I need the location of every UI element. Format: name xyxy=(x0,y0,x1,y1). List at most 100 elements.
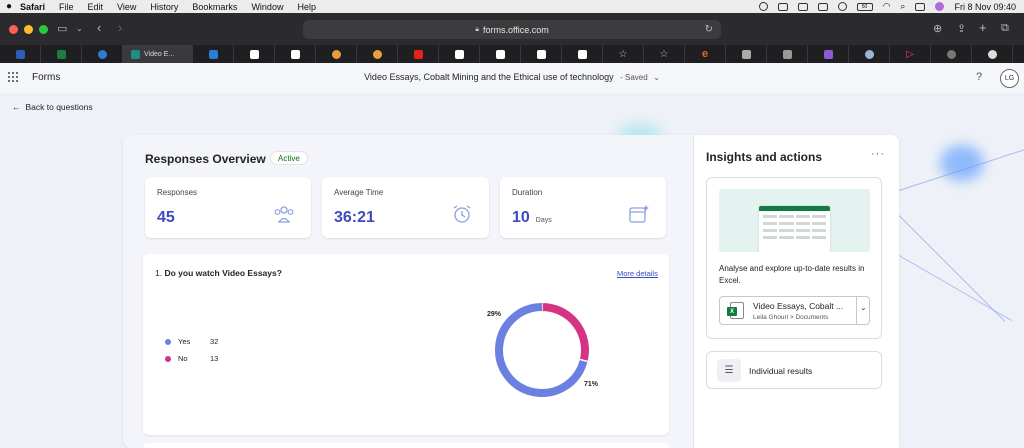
tab-site-3[interactable] xyxy=(439,45,480,63)
menu-safari[interactable]: Safari xyxy=(20,2,45,12)
tab-perplexity-2[interactable] xyxy=(357,45,398,63)
tab-bulb[interactable] xyxy=(849,45,890,63)
play-icon[interactable] xyxy=(837,2,847,11)
monitor-icon[interactable] xyxy=(797,2,808,11)
letter-e-icon: e xyxy=(701,48,709,60)
control-center-icon[interactable] xyxy=(915,2,926,11)
tab-site-1[interactable] xyxy=(234,45,275,63)
reload-icon[interactable]: ↻ xyxy=(705,24,713,35)
tab-excel[interactable] xyxy=(41,45,82,63)
calendar-sparkle-icon xyxy=(628,203,650,230)
people-icon xyxy=(273,203,295,230)
menu-file[interactable]: File xyxy=(59,2,74,12)
stat-value-number: 45 xyxy=(157,209,175,226)
menu-help[interactable]: Help xyxy=(297,2,316,12)
display-icon[interactable] xyxy=(777,2,788,11)
legend-label: Yes xyxy=(178,337,191,346)
forms-icon xyxy=(131,49,140,59)
clipboard-icon[interactable] xyxy=(817,2,828,11)
outlook-icon xyxy=(208,49,218,59)
menu-window[interactable]: Window xyxy=(251,2,283,12)
siri-icon[interactable] xyxy=(935,2,945,11)
wifi-icon[interactable]: ◠ xyxy=(883,1,891,12)
site-icon xyxy=(454,49,464,59)
tab-site-7[interactable] xyxy=(931,45,972,63)
legend-dot xyxy=(165,338,171,345)
chevron-down-icon[interactable]: ⌄ xyxy=(76,24,83,33)
battery-icon[interactable]: 50 xyxy=(856,2,873,11)
w-icon xyxy=(741,49,751,59)
individual-results-button[interactable]: ☰ Individual results xyxy=(706,351,882,389)
pct-label-yes: 71% xyxy=(584,381,599,388)
question-number: 1. xyxy=(155,268,163,278)
close-window-button[interactable] xyxy=(9,24,18,34)
share-icon[interactable]: ⇪ xyxy=(957,22,966,35)
responses-overview-title: Responses Overview xyxy=(145,152,266,166)
tab-overview-icon[interactable]: ⧉ xyxy=(1001,22,1009,35)
address-bar[interactable]: 🔒︎ forms.office.com ↻ xyxy=(303,20,721,39)
more-options-icon[interactable]: ··· xyxy=(871,148,885,160)
tab-edge[interactable]: e xyxy=(685,45,726,63)
zoom-window-button[interactable] xyxy=(39,24,48,34)
menu-edit[interactable]: Edit xyxy=(88,2,104,12)
stat-value: 45 xyxy=(157,209,175,227)
tab-youtube[interactable] xyxy=(398,45,439,63)
legend-item-no: No 13 xyxy=(165,354,218,363)
donut-slice-no[interactable] xyxy=(541,303,589,362)
tab-notes[interactable] xyxy=(808,45,849,63)
menu-history[interactable]: History xyxy=(150,2,178,12)
excel-description: Analyse and explore up-to-date results i… xyxy=(719,264,865,285)
tab-w[interactable] xyxy=(726,45,767,63)
forward-arrow-icon[interactable]: › xyxy=(118,20,122,35)
tab-site-2[interactable] xyxy=(275,45,316,63)
site-icon xyxy=(946,49,956,59)
back-to-questions-link[interactable]: ← Back to questions xyxy=(12,102,93,112)
document-list-icon: ☰ xyxy=(717,359,741,382)
tab-word[interactable] xyxy=(0,45,41,63)
open-in-excel-button[interactable]: Video Essays, Cobalt ... Leila Ghouri > … xyxy=(719,296,870,325)
pct-label-no: 29% xyxy=(487,311,502,318)
tab-bookmark-1[interactable]: ☆ xyxy=(603,45,644,63)
tab-onedrive[interactable] xyxy=(82,45,123,63)
spotlight-search-icon[interactable]: ⌕ xyxy=(900,1,905,12)
form-title[interactable]: Video Essays, Cobalt Mining and the Ethi… xyxy=(0,72,1024,82)
sidebar-toggle-icon[interactable]: ▭ xyxy=(57,22,67,35)
tab-site-5[interactable] xyxy=(521,45,562,63)
chevron-down-icon: ⌄ xyxy=(653,73,660,82)
tab-outlook[interactable] xyxy=(193,45,234,63)
apple-menu-icon[interactable]: ● xyxy=(6,1,20,12)
tab-forms-active[interactable]: Video E... xyxy=(123,45,193,63)
spark-icon xyxy=(372,49,382,59)
tab-bookmark-2[interactable]: ☆ xyxy=(644,45,685,63)
avatar[interactable]: LG xyxy=(1000,69,1019,88)
word-icon xyxy=(15,49,25,59)
chevron-down-icon[interactable]: ⌄ xyxy=(860,303,867,312)
lock-icon: 🔒︎ xyxy=(475,25,479,33)
menu-view[interactable]: View xyxy=(117,2,136,12)
creative-cloud-icon[interactable] xyxy=(758,2,768,11)
more-details-link[interactable]: More details xyxy=(617,269,658,278)
github-icon xyxy=(987,49,997,59)
back-arrow-icon[interactable]: ‹ xyxy=(97,20,101,35)
menubar-clock[interactable]: Fri 8 Nov 09:40 xyxy=(954,2,1016,12)
tab-github[interactable] xyxy=(972,45,1013,63)
help-icon[interactable]: ? xyxy=(976,71,982,83)
minimize-window-button[interactable] xyxy=(24,24,33,34)
tab-site-6[interactable] xyxy=(562,45,603,63)
tab-site-4[interactable] xyxy=(480,45,521,63)
new-tab-icon[interactable]: + xyxy=(979,20,987,35)
tab-perplexity-1[interactable] xyxy=(316,45,357,63)
arrow-left-icon: ← xyxy=(12,102,21,112)
status-badge: Active xyxy=(270,151,308,165)
stat-value-number: 10 xyxy=(512,209,530,226)
back-label: Back to questions xyxy=(25,102,93,112)
menu-bookmarks[interactable]: Bookmarks xyxy=(192,2,237,12)
excel-file-icon xyxy=(727,302,744,319)
file-name: Video Essays, Cobalt ... xyxy=(753,301,844,311)
stat-value: 10 Days xyxy=(512,209,552,227)
download-icon[interactable]: ⊕ xyxy=(933,22,942,35)
tab-g[interactable] xyxy=(767,45,808,63)
tab-play[interactable]: ▷ xyxy=(890,45,931,63)
star-icon: ☆ xyxy=(618,48,628,60)
stat-unit: Days xyxy=(535,217,552,224)
